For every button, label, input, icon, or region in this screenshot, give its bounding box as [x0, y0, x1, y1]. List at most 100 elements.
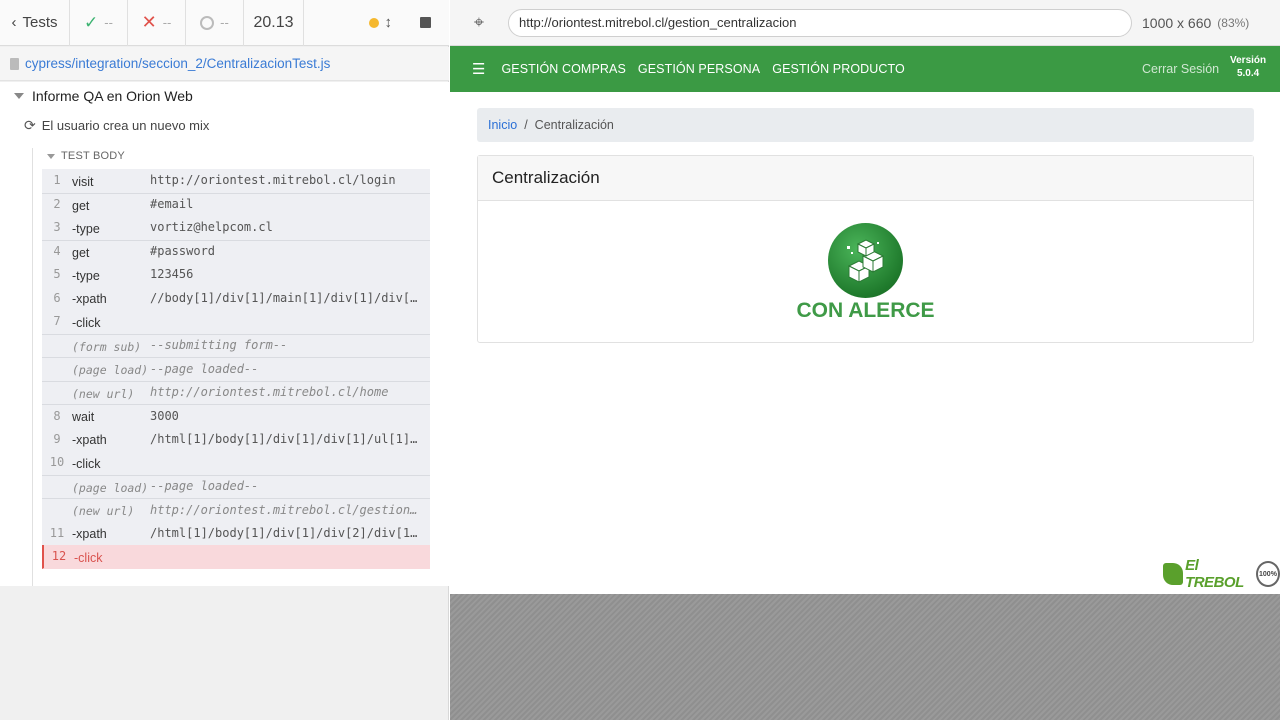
command-name: get: [72, 245, 90, 260]
command-message: --submitting form--: [150, 338, 288, 353]
test-body-label-text: TEST BODY: [61, 150, 125, 162]
command-message: /html[1]/body[1]/div[1]/div[1]/ul[1]/li[…: [150, 431, 430, 446]
tests-button[interactable]: ‹ Tests: [0, 0, 70, 46]
command-event-row[interactable]: (page load) --page loaded--: [42, 474, 430, 498]
command-row[interactable]: 5 -type 123456: [42, 263, 430, 287]
command-event-row[interactable]: (new url) http://oriontest.mitrebol.cl/ho…: [42, 380, 430, 404]
command-row[interactable]: 10 -click: [42, 451, 430, 475]
command-number: 1: [53, 173, 61, 188]
spec-path[interactable]: cypress/integration/seccion_2/Centraliza…: [0, 47, 449, 81]
stop-icon[interactable]: [420, 17, 431, 28]
test-title[interactable]: ⟳ El usuario crea un nuevo mix: [24, 117, 209, 134]
command-row[interactable]: 11 -xpath/html[1]/body[1]/div[1]/div[2]/d…: [42, 521, 430, 545]
failed-count: ✕ --: [128, 0, 186, 46]
command-name: -xpath: [72, 527, 107, 542]
con-alerce-title[interactable]: CON ALERCE: [778, 299, 953, 323]
command-message: http://oriontest.mitrebol.cl/home: [150, 385, 389, 400]
command-message: /html[1]/body[1]/div[1]/div[2]/div[1]/di…: [150, 525, 430, 540]
command-event-row[interactable]: (new url) http://oriontest.mitrebol.cl/ge…: [42, 498, 430, 522]
command-message: --page loaded--: [150, 361, 259, 376]
suite-title-text: Informe QA en Orion Web: [32, 88, 193, 104]
command-event-row[interactable]: (form sub) --submitting form--: [42, 333, 430, 357]
command-message: //body[1]/div[1]/main[1]/div[1]/div[1]/d…: [150, 290, 430, 305]
aut-background: [450, 594, 1280, 720]
command-message: http://oriontest.mitrebol.cl/gestion_cen…: [150, 502, 430, 517]
passed-count: ✓ --: [70, 0, 128, 46]
command-name: -click: [72, 315, 101, 330]
command-row[interactable]: 2 get #email: [42, 192, 430, 216]
command-number: 2: [53, 197, 61, 212]
pending-circle-icon: [200, 15, 215, 30]
run-controls: ↕: [304, 0, 449, 46]
pending-count: --: [186, 0, 244, 46]
command-number: 5: [53, 267, 61, 282]
command-name: visit: [72, 174, 94, 189]
boxes-icon: [846, 238, 884, 283]
test-title-text: El usuario crea un nuevo mix: [41, 118, 210, 133]
command-row[interactable]: 1 visit http://oriontest.mitrebol.cl/login: [42, 169, 430, 193]
breadcrumb-home-link[interactable]: Inicio: [488, 118, 517, 132]
test-body: TEST BODY 1 visit http://oriontest.mitrebo…: [32, 148, 430, 586]
centralizacion-card: Centralización CON ALERCE: [477, 155, 1254, 343]
command-message: #password: [150, 244, 216, 259]
command-number: 8: [53, 408, 61, 423]
command-message: 123456: [150, 267, 194, 282]
spec-path-text: cypress/integration/seccion_2/Centraliza…: [25, 56, 331, 71]
command-row[interactable]: 8 wait 3000: [42, 404, 430, 428]
command-message: #email: [150, 197, 194, 212]
aut-iframe: ☰ GESTIÓN COMPRAS GESTIÓN PERSONA GESTIÓ…: [450, 46, 1280, 594]
command-name: get: [72, 198, 90, 213]
quality-seal-icon: 100%: [1255, 561, 1280, 587]
version-label: Versión: [1230, 55, 1267, 66]
aut-header: ⌖ http://oriontest.mitrebol.cl/gestion_c…: [450, 0, 1280, 46]
selector-playground-crosshair-icon[interactable]: ⌖: [450, 12, 508, 33]
command-row[interactable]: 4 get #password: [42, 239, 430, 263]
viewport-size: 1000 x 660: [1142, 14, 1212, 31]
auto-scroll-icon[interactable]: ↕: [385, 14, 393, 31]
command-name: (page load): [72, 480, 149, 495]
command-number: 6: [53, 290, 61, 305]
command-name: -type: [72, 268, 100, 283]
command-message: --page loaded--: [150, 479, 259, 494]
passed-value: --: [104, 15, 113, 30]
reporter-header: ‹ Tests ✓ -- ✕ -- -- 20.13 ↕: [0, 0, 449, 46]
refresh-icon: ⟳: [24, 117, 36, 133]
aut-url-text: http://oriontest.mitrebol.cl/gestion_cen…: [519, 15, 797, 30]
test-body-label[interactable]: TEST BODY: [47, 150, 125, 162]
aut-url-bar[interactable]: http://oriontest.mitrebol.cl/gestion_cen…: [508, 8, 1132, 37]
command-number: 7: [53, 314, 61, 329]
command-row[interactable]: 7 -click: [42, 310, 430, 334]
hamburger-menu-icon[interactable]: ☰: [472, 60, 485, 78]
trebol-leaf-icon: [1163, 563, 1184, 585]
command-number: 10: [49, 455, 65, 470]
command-name: wait: [72, 410, 95, 425]
command-name: (form sub): [72, 339, 142, 354]
nav-gestion-producto[interactable]: GESTIÓN PRODUCTO: [772, 62, 905, 76]
command-row[interactable]: 6 -xpath //body[1]/div[1]/main[1]/div[1]/d…: [42, 286, 430, 310]
pending-value: --: [220, 15, 229, 30]
tests-label: Tests: [22, 14, 58, 31]
command-name: -xpath: [72, 292, 107, 307]
command-message: 3000: [150, 408, 179, 423]
command-name: (new url): [72, 504, 135, 519]
caret-down-icon: [47, 153, 55, 159]
command-name: -type: [72, 221, 100, 236]
command-name: -xpath: [72, 433, 107, 448]
command-event-row[interactable]: (page load) --page loaded--: [42, 357, 430, 381]
con-alerce-boxes-icon[interactable]: [828, 223, 903, 298]
card-title: Centralización: [478, 156, 1253, 201]
logout-link[interactable]: Cerrar Sesión: [1142, 62, 1219, 76]
duration: 20.13: [244, 0, 304, 46]
command-row[interactable]: 9 -xpath/html[1]/body[1]/div[1]/div[1]/ul…: [42, 427, 430, 451]
command-row-failed[interactable]: 12 -click: [42, 545, 430, 569]
cypress-reporter: ‹ Tests ✓ -- ✕ -- -- 20.13 ↕ cypress/int…: [0, 0, 449, 720]
nav-gestion-compras[interactable]: GESTIÓN COMPRAS: [501, 62, 625, 76]
breadcrumb-current: Centralización: [534, 118, 614, 132]
suite-title[interactable]: Informe QA en Orion Web: [14, 88, 193, 104]
command-name: -click: [72, 456, 101, 471]
command-row[interactable]: 3 -type vortiz@helpcom.cl: [42, 216, 430, 240]
app-navbar: ☰ GESTIÓN COMPRAS GESTIÓN PERSONA GESTIÓ…: [450, 46, 1280, 92]
breadcrumb-separator: /: [524, 118, 528, 132]
command-name: -click: [74, 550, 103, 565]
nav-gestion-persona[interactable]: GESTIÓN PERSONA: [638, 62, 760, 76]
